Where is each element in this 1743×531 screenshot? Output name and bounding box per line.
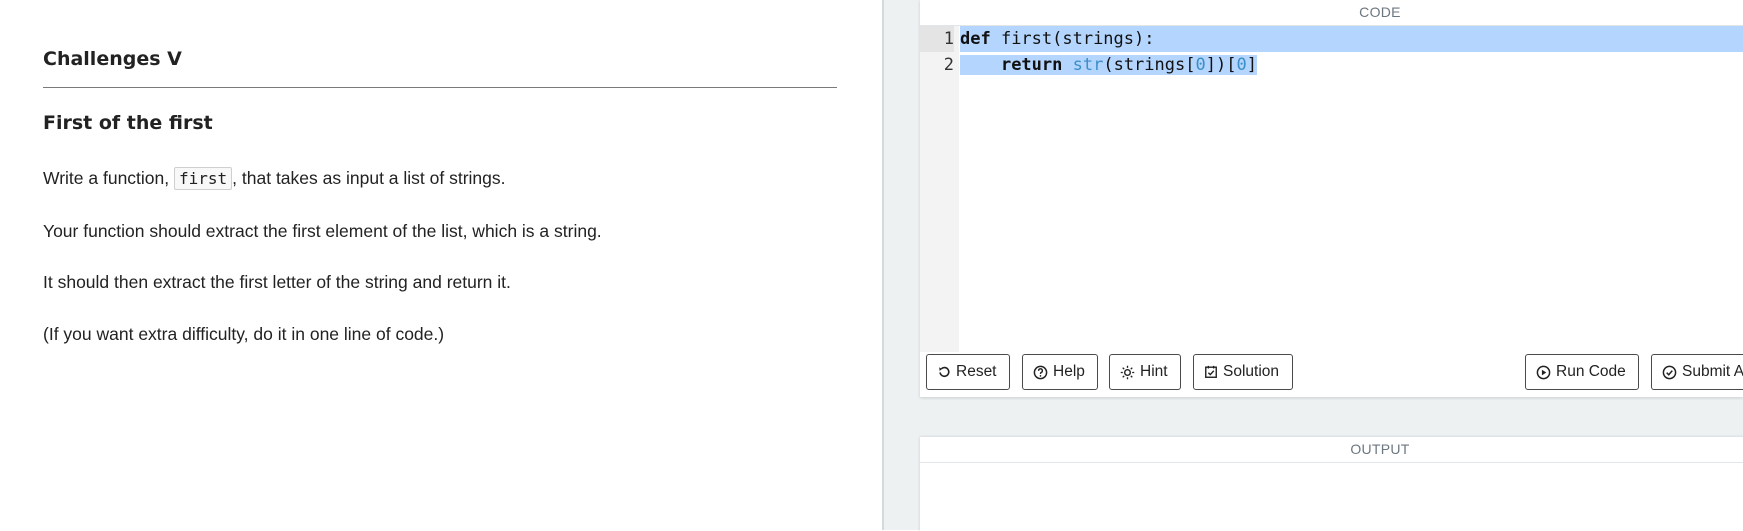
output-panel-label: OUTPUT (1350, 441, 1410, 457)
submit-answer-button[interactable]: Submit A (1651, 354, 1743, 390)
line-number: 1 (920, 26, 954, 52)
code-text: first(strings): (990, 29, 1155, 49)
instruction-paragraph-3: It should then extract the first letter … (43, 272, 511, 292)
code-line-2[interactable]: return str(strings[0])[0] (960, 52, 1257, 78)
help-button[interactable]: Help (1022, 354, 1098, 390)
line-number-gutter: 1 2 (920, 26, 959, 352)
code-keyword: return (1000, 55, 1063, 75)
help-button-label: Help (1053, 363, 1085, 380)
output-panel: OUTPUT (920, 436, 1743, 531)
code-number: 0 (1236, 55, 1247, 75)
solution-button[interactable]: Solution (1193, 354, 1293, 390)
reset-button-label: Reset (956, 363, 997, 380)
selected-code-segment: return str(strings[0])[0] (960, 55, 1257, 75)
hint-button[interactable]: Hint (1109, 354, 1181, 390)
code-keyword: def (960, 29, 991, 49)
check-circle-icon (1662, 365, 1677, 379)
code-panel: CODE 1 2 def first(strings): return str(… (920, 0, 1743, 397)
code-text: ] (1246, 55, 1257, 75)
code-text: ])[ (1205, 55, 1237, 75)
solution-button-label: Solution (1223, 363, 1280, 380)
code-text: (strings[ (1103, 55, 1196, 75)
code-builtin: str (1072, 55, 1104, 75)
code-line-1[interactable]: def first(strings): (960, 26, 1743, 52)
sun-icon (1120, 365, 1135, 379)
line-number: 2 (943, 55, 954, 75)
section-divider (43, 87, 837, 88)
hint-button-label: Hint (1140, 363, 1168, 380)
help-circle-icon (1033, 365, 1048, 379)
run-code-button[interactable]: Run Code (1525, 354, 1639, 390)
instructions-pane: Challenges V First of the first Write a … (0, 0, 882, 530)
instruction-text: , that takes as input a list of strings. (232, 168, 506, 188)
instruction-paragraph-1: Write a function, first, that takes as i… (43, 167, 506, 190)
code-number: 0 (1195, 55, 1206, 75)
reset-button[interactable]: Reset (926, 354, 1010, 390)
section-title: Challenges V (43, 48, 182, 70)
instruction-paragraph-2: Your function should extract the first e… (43, 221, 602, 241)
instruction-text: Write a function, (43, 168, 174, 188)
panel-header-divider (920, 462, 1743, 463)
run-code-button-label: Run Code (1556, 363, 1626, 380)
play-circle-icon (1536, 365, 1551, 379)
challenge-title: First of the first (43, 112, 213, 134)
code-panel-label: CODE (1359, 4, 1401, 20)
inline-code-function-name: first (174, 167, 233, 190)
submit-answer-button-label: Submit A (1682, 363, 1743, 380)
instruction-paragraph-4: (If you want extra difficulty, do it in … (43, 324, 445, 344)
reset-icon (939, 366, 950, 378)
check-square-icon (1205, 365, 1217, 378)
